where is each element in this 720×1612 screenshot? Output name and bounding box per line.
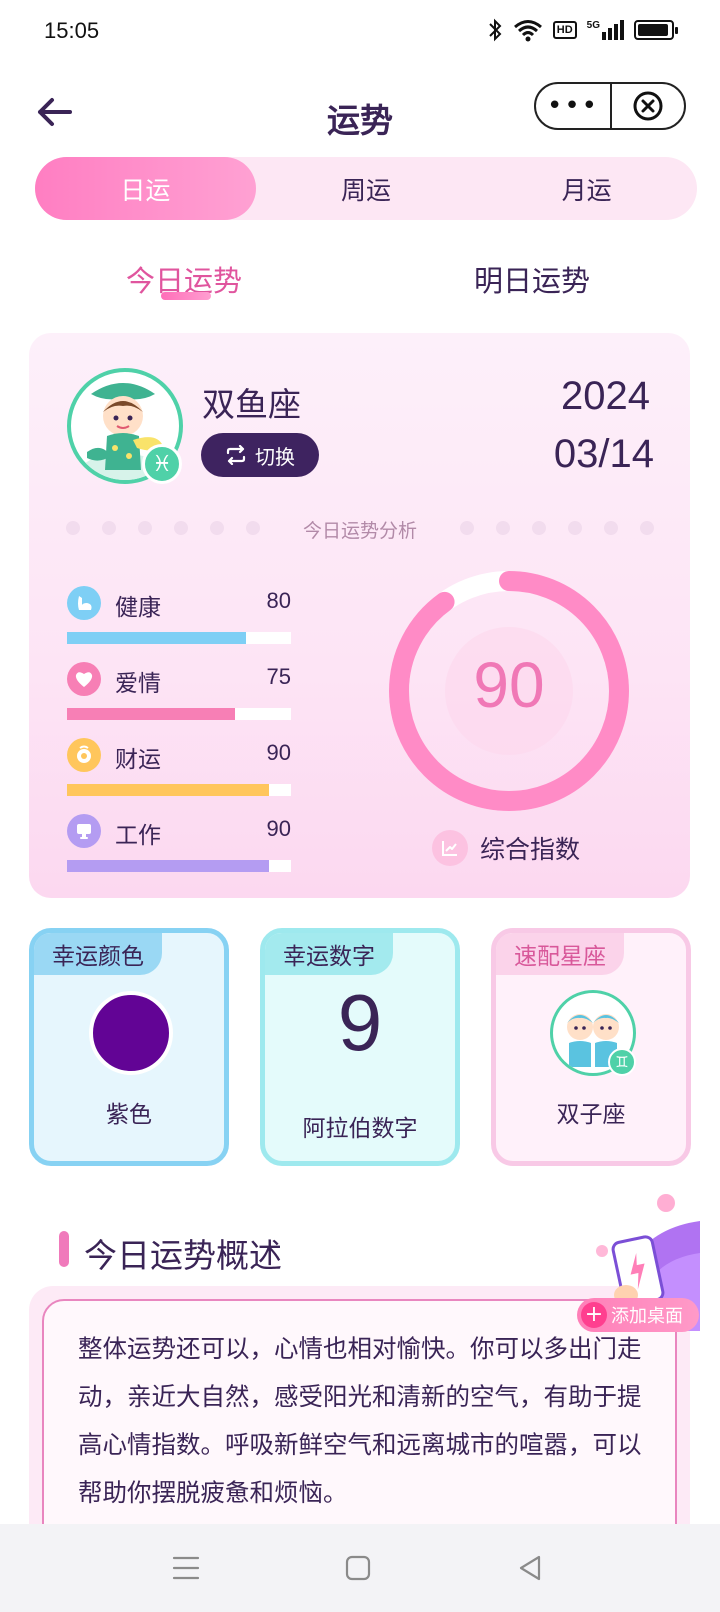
- metric-work: 工作 90: [67, 814, 291, 874]
- metric-label: 工作: [115, 823, 161, 849]
- lucky-number-card[interactable]: 幸运数字 9 阿拉伯数字: [260, 928, 460, 1166]
- nav-home-button[interactable]: [338, 1548, 378, 1588]
- date-year: 2024: [561, 374, 650, 418]
- network-label: 5G: [586, 20, 600, 31]
- heart-icon: [67, 662, 101, 696]
- pisces-badge-icon: ♓: [142, 444, 182, 484]
- mini-program-capsule: •••: [534, 82, 686, 130]
- metric-bar: [67, 860, 291, 872]
- overall-score-value: 90: [473, 649, 545, 721]
- metric-wealth: 财运 90: [67, 738, 291, 798]
- metric-value: 75: [266, 664, 291, 689]
- switch-arrows-icon: [226, 445, 246, 465]
- tab-monthly[interactable]: 月运: [476, 157, 697, 220]
- metric-value: 90: [266, 816, 291, 841]
- battery-icon: [634, 20, 678, 40]
- system-nav-bar: [0, 1524, 720, 1612]
- zodiac-sign-name: 双鱼座: [202, 385, 301, 424]
- period-tabs: 日运 周运 月运: [35, 157, 697, 220]
- metric-label: 财运: [115, 747, 161, 773]
- gemini-badge-icon: ♊: [608, 1048, 636, 1076]
- metric-bar: [67, 708, 291, 720]
- coin-icon: [67, 738, 101, 772]
- trend-chart-icon: [432, 830, 468, 866]
- monitor-icon: [67, 814, 101, 848]
- match-sign-card[interactable]: 速配星座 ♊ 双子座: [491, 928, 691, 1166]
- switch-label: 切换: [255, 444, 295, 469]
- muscle-icon: [67, 586, 101, 620]
- section-accent-bar: [59, 1231, 69, 1267]
- lucky-color-swatch: [89, 991, 173, 1075]
- lucky-color-card[interactable]: 幸运颜色 紫色: [29, 928, 229, 1166]
- status-icons: HD 5G: [487, 18, 678, 42]
- composite-label: 综合指数: [480, 835, 581, 864]
- add-to-desktop-button[interactable]: + 添加桌面: [577, 1298, 699, 1332]
- more-button[interactable]: •••: [536, 84, 612, 128]
- divider-dots-right: [460, 521, 654, 535]
- signal-icon: 5G: [587, 20, 624, 40]
- overview-text: 整体运势还可以，心情也相对愉快。你可以多出门走动，亲近大自然，感受阳光和清新的空…: [78, 1334, 642, 1507]
- tab-weekly[interactable]: 周运: [256, 157, 477, 220]
- lucky-number-digit: 9: [337, 978, 383, 1067]
- menu-lines-icon: [172, 1556, 200, 1580]
- switch-sign-button[interactable]: 切换: [201, 433, 319, 477]
- home-square-icon: [345, 1555, 371, 1581]
- composite-index-label: 综合指数: [432, 830, 580, 866]
- metric-bar: [67, 784, 291, 796]
- hd-badge: HD: [552, 21, 577, 39]
- metric-health: 健康 80: [67, 586, 291, 646]
- plus-icon: +: [581, 1302, 607, 1328]
- metric-value: 90: [266, 740, 291, 765]
- add-desktop-label: 添加桌面: [611, 1306, 683, 1327]
- lucky-number-value: 阿拉伯数字: [302, 1116, 418, 1142]
- overview-title: 今日运势概述: [84, 1236, 282, 1275]
- nav-back-button[interactable]: [510, 1548, 550, 1588]
- close-button[interactable]: [612, 84, 684, 128]
- tab-daily[interactable]: 日运: [35, 157, 256, 220]
- close-circle-icon: [633, 91, 663, 121]
- metric-label: 健康: [115, 595, 161, 621]
- date-month-day: 03/14: [553, 432, 654, 476]
- metric-love: 爱情 75: [67, 662, 291, 722]
- active-tab-indicator: [161, 292, 211, 300]
- lucky-color-tag: 幸运颜色: [34, 933, 162, 975]
- status-time: 15:05: [44, 18, 100, 43]
- match-sign-tag: 速配星座: [496, 933, 624, 975]
- metric-bar: [67, 632, 291, 644]
- lucky-color-value: 紫色: [106, 1102, 152, 1128]
- metric-value: 80: [266, 588, 291, 613]
- metric-label: 爱情: [115, 671, 161, 697]
- lucky-number-tag: 幸运数字: [265, 933, 393, 975]
- back-triangle-icon: [519, 1555, 541, 1581]
- wifi-icon: [513, 20, 542, 42]
- bluetooth-icon: [489, 18, 502, 42]
- match-sign-value: 双子座: [556, 1102, 626, 1128]
- more-dots-icon: •••: [546, 91, 599, 121]
- tab-tomorrow[interactable]: 明日运势: [474, 258, 590, 300]
- nav-menu-button[interactable]: [166, 1548, 206, 1588]
